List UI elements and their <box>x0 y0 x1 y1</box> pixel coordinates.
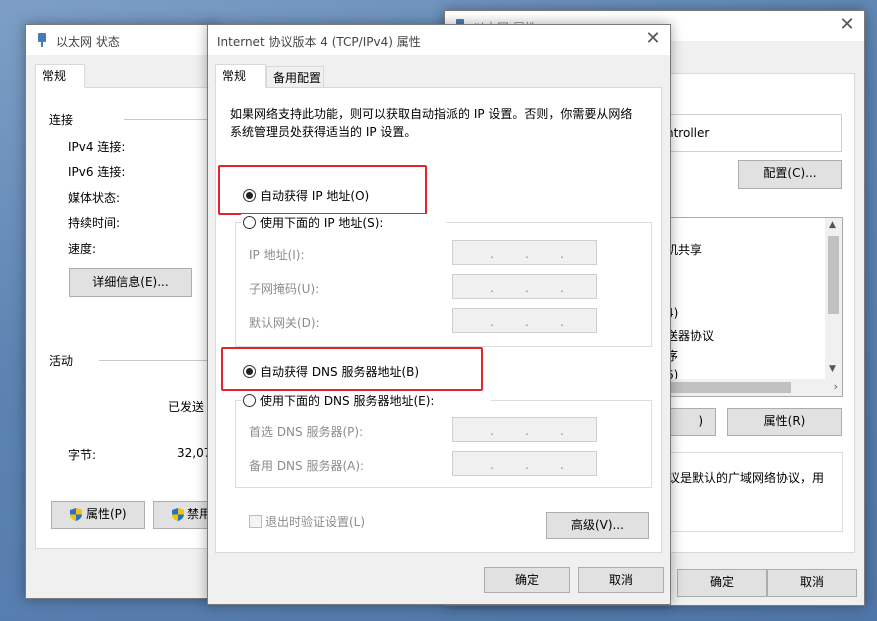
activity-divider <box>99 360 217 361</box>
description-group: 议是默认的广域网络协议，用 <box>666 452 843 532</box>
properties-tab-panel: ntroller 配置(C)... 机共享 4) 送器协议 序 6) ▲ ▼ ›… <box>665 73 855 553</box>
scroll-right-icon[interactable]: › <box>834 380 838 393</box>
uac-shield-icon <box>172 508 184 521</box>
validate-on-exit-label[interactable]: 退出时验证设置(L) <box>265 513 365 530</box>
dialog-title: Internet 协议版本 4 (TCP/IPv4) 属性 <box>217 35 421 49</box>
configure-button[interactable]: 配置(C)... <box>738 160 842 189</box>
bytes-label: 字节: <box>68 448 97 462</box>
preferred-dns-field[interactable]: ... <box>452 417 597 442</box>
ip-address-label: IP 地址(I): <box>249 248 305 262</box>
ip-address-field[interactable]: ... <box>452 240 597 265</box>
list-item[interactable]: 送器协议 <box>666 327 714 344</box>
scrollbar-thumb[interactable] <box>828 236 839 314</box>
auto-ip-label[interactable]: 自动获得 IP 地址(O) <box>260 187 369 204</box>
status-tab-panel: 连接 IPv4 连接: IPv6 连接: 媒体状态: 持续时间: 速度: 详细信… <box>35 87 223 549</box>
ipv4-connectivity-label: IPv4 连接: <box>68 140 126 154</box>
manual-dns-radio[interactable] <box>243 394 256 407</box>
default-gateway-label: 默认网关(D): <box>249 316 320 330</box>
status-properties-label: 属性(P) <box>86 507 127 521</box>
component-properties-button[interactable]: 属性(R) <box>727 408 842 436</box>
tab-alternate-configuration[interactable]: 备用配置 <box>266 66 324 88</box>
network-adapter-icon <box>38 33 46 47</box>
manual-ip-label[interactable]: 使用下面的 IP 地址(S): <box>260 214 383 231</box>
media-state-label: 媒体状态: <box>68 191 121 205</box>
scroll-up-icon[interactable]: ▲ <box>829 220 836 230</box>
subnet-mask-label: 子网掩码(U): <box>249 282 320 296</box>
duration-label: 持续时间: <box>68 216 121 230</box>
intro-text: 如果网络支持此功能，则可以获取自动指派的 IP 设置。否则，你需要从网络系统管理… <box>230 107 633 139</box>
install-button[interactable]: ) <box>666 408 716 436</box>
details-button[interactable]: 详细信息(E)... <box>69 268 192 297</box>
properties-ok-button[interactable]: 确定 <box>677 569 767 597</box>
status-titlebar[interactable]: 以太网 状态 <box>26 25 214 55</box>
tab-general[interactable]: 常规 <box>215 64 266 88</box>
validate-on-exit-checkbox[interactable] <box>249 515 262 528</box>
close-icon[interactable]: ✕ <box>836 15 858 37</box>
list-item[interactable]: 机共享 <box>666 241 702 258</box>
sent-label: 已发送 <box>168 400 205 414</box>
dialog-ok-button[interactable]: 确定 <box>484 567 570 593</box>
alternate-dns-label: 备用 DNS 服务器(A): <box>249 459 365 473</box>
uac-shield-icon <box>70 508 82 521</box>
ethernet-status-window: 以太网 状态 常规 连接 IPv4 连接: IPv6 连接: 媒体状态: 持续时… <box>25 24 223 599</box>
default-gateway-field[interactable]: ... <box>452 308 597 333</box>
close-icon[interactable]: ✕ <box>642 29 664 51</box>
connection-divider <box>124 119 217 120</box>
preferred-dns-label: 首选 DNS 服务器(P): <box>249 425 364 439</box>
manual-ip-radio[interactable] <box>243 216 256 229</box>
scroll-down-icon[interactable]: ▼ <box>829 364 836 374</box>
status-window-title: 以太网 状态 <box>56 35 120 49</box>
subnet-mask-field[interactable]: ... <box>452 274 597 299</box>
components-list[interactable]: 机共享 4) 送器协议 序 6) ▲ ▼ › <box>666 217 843 397</box>
advanced-button[interactable]: 高级(V)... <box>546 512 649 539</box>
adapter-name-box: ntroller <box>666 114 842 152</box>
horizontal-scrollbar[interactable]: › <box>666 379 842 396</box>
adapter-name-text: ntroller <box>666 126 710 140</box>
manual-dns-label[interactable]: 使用下面的 DNS 服务器地址(E): <box>260 392 434 409</box>
hscroll-thumb[interactable] <box>666 382 791 393</box>
ipv6-connectivity-label: IPv6 连接: <box>68 165 126 179</box>
speed-label: 速度: <box>68 242 97 256</box>
auto-ip-radio[interactable] <box>243 189 256 202</box>
activity-section-label: 活动 <box>49 354 74 368</box>
properties-cancel-button[interactable]: 取消 <box>767 569 857 597</box>
description-text: 议是默认的广域网络协议，用 <box>668 471 825 485</box>
dialog-cancel-button[interactable]: 取消 <box>578 567 664 593</box>
dialog-titlebar[interactable]: Internet 协议版本 4 (TCP/IPv4) 属性 ✕ <box>208 25 670 55</box>
auto-dns-label[interactable]: 自动获得 DNS 服务器地址(B) <box>260 363 419 380</box>
connection-section-label: 连接 <box>49 113 74 127</box>
alternate-dns-field[interactable]: ... <box>452 451 597 476</box>
auto-dns-radio[interactable] <box>243 365 256 378</box>
tab-general[interactable]: 常规 <box>35 64 85 88</box>
status-properties-button[interactable]: 属性(P) <box>51 501 145 529</box>
vertical-scrollbar[interactable]: ▲ ▼ <box>825 218 842 380</box>
tcpipv4-properties-dialog: Internet 协议版本 4 (TCP/IPv4) 属性 ✕ 常规 备用配置 … <box>207 24 671 605</box>
general-tab-panel: 如果网络支持此功能，则可以获取自动指派的 IP 设置。否则，你需要从网络系统管理… <box>215 87 662 553</box>
